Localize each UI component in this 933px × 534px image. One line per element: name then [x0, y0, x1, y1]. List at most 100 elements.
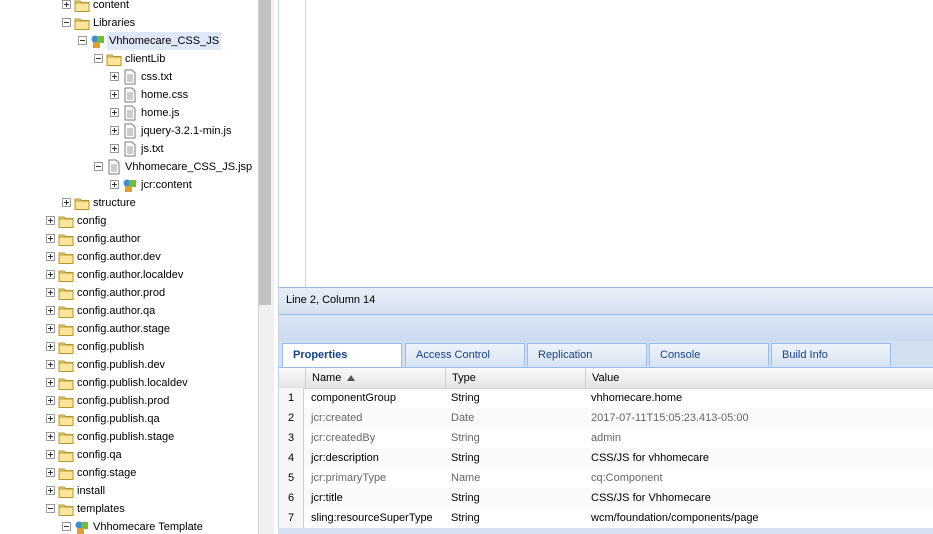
- tree-node-label[interactable]: clientLib: [123, 50, 167, 68]
- expand-icon[interactable]: [46, 432, 55, 441]
- tree-node-label[interactable]: Vhhomecare_CSS_JS.jsp: [123, 158, 254, 176]
- tree-node-label[interactable]: config.author.prod: [75, 284, 167, 302]
- cell-name[interactable]: componentGroup: [305, 388, 445, 408]
- tree-node-label[interactable]: config.author.stage: [75, 320, 172, 338]
- tree-node-label[interactable]: home.css: [139, 86, 190, 104]
- expand-icon[interactable]: [46, 486, 55, 495]
- cell-type[interactable]: Date: [445, 408, 585, 428]
- tree-node[interactable]: config: [0, 212, 258, 230]
- tree-scrollbar-thumb[interactable]: [259, 0, 271, 305]
- tree-node[interactable]: jcr:content: [0, 176, 258, 194]
- cell-value[interactable]: CSS/JS for vhhomecare: [585, 448, 933, 468]
- expand-icon[interactable]: [46, 288, 55, 297]
- expand-icon[interactable]: [46, 414, 55, 423]
- cell-name[interactable]: jcr:created: [305, 408, 445, 428]
- tab-properties[interactable]: Properties: [282, 343, 402, 367]
- tree-node[interactable]: home.css: [0, 86, 258, 104]
- tree-node-label[interactable]: templates: [75, 500, 127, 518]
- expand-icon[interactable]: [62, 0, 71, 9]
- tree-node[interactable]: Vhhomecare_CSS_JS: [0, 32, 258, 50]
- tree-node[interactable]: templates: [0, 500, 258, 518]
- expand-icon[interactable]: [46, 270, 55, 279]
- tab-access-control[interactable]: Access Control: [405, 343, 525, 366]
- tab-console[interactable]: Console: [649, 343, 769, 366]
- cell-name[interactable]: sling:resourceSuperType: [305, 508, 445, 528]
- collapse-icon[interactable]: [46, 504, 55, 513]
- expand-icon[interactable]: [110, 108, 119, 117]
- cell-name[interactable]: jcr:createdBy: [305, 428, 445, 448]
- code-editor[interactable]: [279, 0, 933, 287]
- table-row[interactable]: 5 jcr:primaryType Name cq:Component: [279, 468, 933, 488]
- collapse-icon[interactable]: [94, 162, 103, 171]
- collapse-icon[interactable]: [62, 18, 71, 27]
- cell-name[interactable]: jcr:title: [305, 488, 445, 508]
- cell-value[interactable]: admin: [585, 428, 933, 448]
- expand-icon[interactable]: [110, 126, 119, 135]
- tree-node-label[interactable]: install: [75, 482, 107, 500]
- tree-node-label[interactable]: jquery-3.2.1-min.js: [139, 122, 233, 140]
- cell-type[interactable]: Name: [445, 468, 585, 488]
- cell-name[interactable]: jcr:description: [305, 448, 445, 468]
- cell-value[interactable]: 2017-07-11T15:05:23.413-05:00: [585, 408, 933, 428]
- table-row[interactable]: 1 componentGroup String vhhomecare.home: [279, 388, 933, 408]
- tree-node[interactable]: config.author.dev: [0, 248, 258, 266]
- tree-node[interactable]: config.publish.stage: [0, 428, 258, 446]
- tree-node[interactable]: home.js: [0, 104, 258, 122]
- expand-icon[interactable]: [46, 360, 55, 369]
- tree-node[interactable]: Libraries: [0, 14, 258, 32]
- tree-node[interactable]: content: [0, 0, 258, 14]
- tree-node-label[interactable]: content: [91, 0, 131, 14]
- tree-node[interactable]: css.txt: [0, 68, 258, 86]
- tree-node[interactable]: structure: [0, 194, 258, 212]
- cell-type[interactable]: String: [445, 448, 585, 468]
- cell-type[interactable]: String: [445, 508, 585, 528]
- expand-icon[interactable]: [46, 234, 55, 243]
- tree-node[interactable]: config.qa: [0, 446, 258, 464]
- tree-node-label[interactable]: config.author.qa: [75, 302, 157, 320]
- tree-node-label[interactable]: js.txt: [139, 140, 166, 158]
- expand-icon[interactable]: [46, 216, 55, 225]
- tree-node[interactable]: clientLib: [0, 50, 258, 68]
- collapse-icon[interactable]: [78, 36, 87, 45]
- tree-node-label[interactable]: config.publish.qa: [75, 410, 162, 428]
- tree-node-label[interactable]: config.qa: [75, 446, 124, 464]
- tree-node-label[interactable]: config.publish.prod: [75, 392, 171, 410]
- tree-node[interactable]: config.publish.prod: [0, 392, 258, 410]
- cell-value[interactable]: cq:Component: [585, 468, 933, 488]
- tree-node[interactable]: Vhhomecare_CSS_JS.jsp: [0, 158, 258, 176]
- tree-node-label[interactable]: config.publish: [75, 338, 146, 356]
- tree-node-label[interactable]: css.txt: [139, 68, 174, 86]
- tree-node-label[interactable]: config.publish.dev: [75, 356, 167, 374]
- tree-node-label[interactable]: home.js: [139, 104, 182, 122]
- table-row[interactable]: 4 jcr:description String CSS/JS for vhhomec…: [279, 448, 933, 468]
- tree-node-label[interactable]: config.author: [75, 230, 143, 248]
- expand-icon[interactable]: [110, 180, 119, 189]
- cell-value[interactable]: wcm/foundation/components/page: [585, 508, 933, 528]
- tab-build-info[interactable]: Build Info: [771, 343, 891, 366]
- tree-node[interactable]: js.txt: [0, 140, 258, 158]
- tree-node[interactable]: config.author: [0, 230, 258, 248]
- column-header-name[interactable]: Name: [305, 368, 445, 388]
- tree-node-label[interactable]: Vhhomecare Template: [91, 518, 205, 534]
- tree-node-label[interactable]: config.publish.localdev: [75, 374, 190, 392]
- tree-node-label[interactable]: config: [75, 212, 108, 230]
- expand-icon[interactable]: [46, 468, 55, 477]
- expand-icon[interactable]: [46, 306, 55, 315]
- expand-icon[interactable]: [46, 342, 55, 351]
- cell-value[interactable]: vhhomecare.home: [585, 388, 933, 408]
- tree-node[interactable]: config.publish.qa: [0, 410, 258, 428]
- tree-node-label[interactable]: structure: [91, 194, 138, 212]
- collapse-icon[interactable]: [94, 54, 103, 63]
- table-row[interactable]: 2 jcr:created Date 2017-07-11T15:05:23.413-…: [279, 408, 933, 428]
- expand-icon[interactable]: [46, 378, 55, 387]
- expand-icon[interactable]: [110, 72, 119, 81]
- cell-type[interactable]: String: [445, 388, 585, 408]
- tree-node[interactable]: config.publish.dev: [0, 356, 258, 374]
- cell-type[interactable]: String: [445, 428, 585, 448]
- expand-icon[interactable]: [46, 324, 55, 333]
- expand-icon[interactable]: [46, 450, 55, 459]
- tree-node-label[interactable]: config.author.dev: [75, 248, 163, 266]
- expand-icon[interactable]: [46, 252, 55, 261]
- tree-node[interactable]: config.author.localdev: [0, 266, 258, 284]
- collapse-icon[interactable]: [62, 522, 71, 531]
